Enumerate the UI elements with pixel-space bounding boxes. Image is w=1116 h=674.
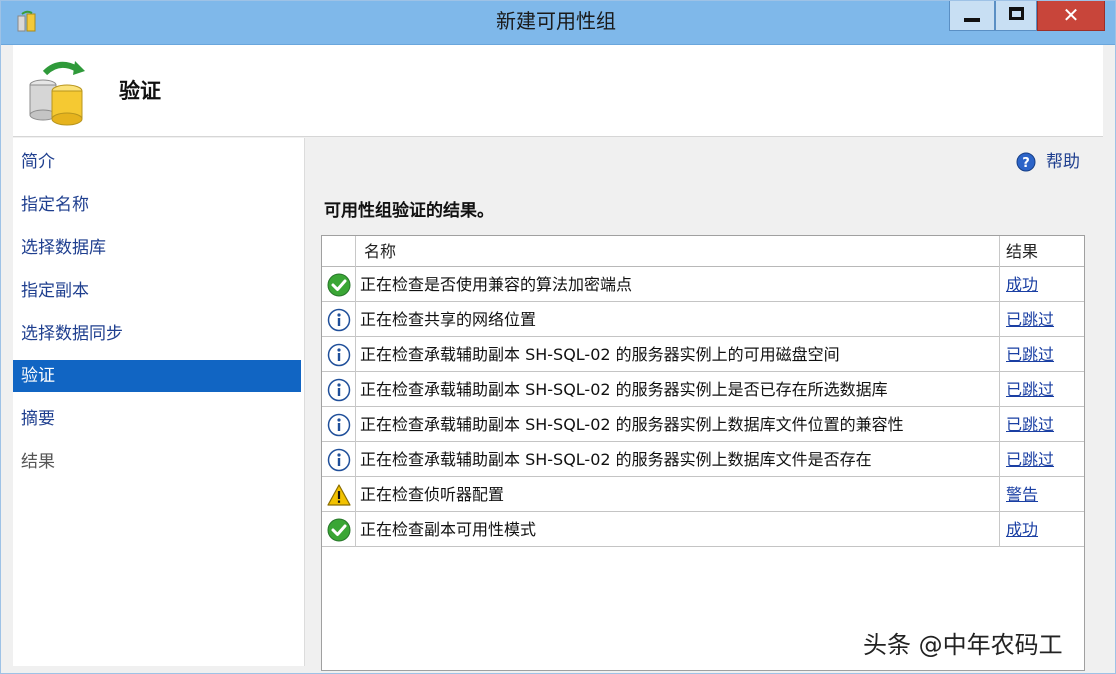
table-row[interactable]: 正在检查承载辅助副本 SH-SQL-02 的服务器实例上的可用磁盘空间 已跳过	[322, 337, 1084, 372]
row-check-name: 正在检查副本可用性模式	[360, 520, 537, 539]
sidebar-item-intro[interactable]: 简介	[13, 146, 301, 178]
info-icon	[327, 448, 351, 472]
wizard-window: 新建可用性组 ✕ 验证 简介 指定名称 选择数据库 指定副本 选择数据同步 验证…	[0, 0, 1116, 674]
cell-divider	[355, 442, 356, 477]
column-divider	[355, 236, 356, 267]
maximize-icon	[1009, 7, 1024, 20]
cell-divider	[999, 512, 1000, 547]
close-icon: ✕	[1062, 3, 1080, 27]
cell-divider	[355, 302, 356, 337]
info-icon	[327, 413, 351, 437]
row-result-link[interactable]: 警告	[1006, 477, 1038, 512]
cell-divider	[999, 442, 1000, 477]
minimize-icon	[964, 18, 980, 22]
cell-divider	[355, 512, 356, 547]
info-icon	[327, 308, 351, 332]
row-result-link[interactable]: 已跳过	[1006, 337, 1054, 372]
cell-divider	[355, 372, 356, 407]
section-title: 可用性组验证的结果。	[324, 201, 494, 221]
sidebar-item-validation[interactable]: 验证	[13, 360, 301, 392]
row-result-link[interactable]: 成功	[1006, 512, 1038, 547]
help-icon: ?	[1016, 152, 1036, 172]
info-icon	[327, 378, 351, 402]
window-title: 新建可用性组	[496, 9, 616, 33]
row-result-link[interactable]: 已跳过	[1006, 372, 1054, 407]
sidebar-item-summary[interactable]: 摘要	[13, 403, 301, 435]
title-bar[interactable]: 新建可用性组 ✕	[1, 1, 1115, 45]
table-row[interactable]: 正在检查共享的网络位置 已跳过	[322, 302, 1084, 337]
close-button[interactable]: ✕	[1037, 1, 1105, 31]
cell-divider	[999, 477, 1000, 512]
row-check-name: 正在检查共享的网络位置	[360, 310, 537, 329]
row-check-name: 正在检查侦听器配置	[360, 485, 505, 504]
row-result-link[interactable]: 成功	[1006, 267, 1038, 302]
cell-divider	[355, 407, 356, 442]
sidebar-item-select-databases[interactable]: 选择数据库	[13, 232, 301, 264]
sidebar-item-data-sync[interactable]: 选择数据同步	[13, 318, 301, 350]
info-icon	[327, 343, 351, 367]
success-check-icon	[327, 273, 351, 297]
cell-divider	[999, 302, 1000, 337]
database-icon	[29, 61, 85, 126]
row-result-link[interactable]: 已跳过	[1006, 442, 1054, 477]
table-row[interactable]: 正在检查承载辅助副本 SH-SQL-02 的服务器实例上数据库文件是否存在 已跳…	[322, 442, 1084, 477]
row-check-name: 正在检查承载辅助副本 SH-SQL-02 的服务器实例上的可用磁盘空间	[360, 345, 840, 364]
cell-divider	[999, 267, 1000, 302]
column-header-name[interactable]: 名称	[364, 236, 396, 267]
row-check-name: 正在检查承载辅助副本 SH-SQL-02 的服务器实例上是否已存在所选数据库	[360, 380, 888, 399]
table-row[interactable]: 正在检查承载辅助副本 SH-SQL-02 的服务器实例上是否已存在所选数据库 已…	[322, 372, 1084, 407]
help-label: 帮助	[1046, 152, 1080, 172]
page-title: 验证	[119, 79, 161, 103]
success-check-icon	[327, 518, 351, 542]
table-row[interactable]: 正在检查副本可用性模式 成功	[322, 512, 1084, 547]
warning-icon	[327, 484, 351, 506]
column-header-result[interactable]: 结果	[1006, 236, 1038, 267]
table-row[interactable]: 正在检查侦听器配置 警告	[322, 477, 1084, 512]
sidebar-item-results: 结果	[21, 452, 55, 472]
grid-header: 名称 结果	[322, 236, 1084, 267]
table-row[interactable]: 正在检查是否使用兼容的算法加密端点 成功	[322, 267, 1084, 302]
sidebar-item-specify-name[interactable]: 指定名称	[13, 189, 301, 221]
row-check-name: 正在检查承载辅助副本 SH-SQL-02 的服务器实例上数据库文件位置的兼容性	[360, 415, 904, 434]
validation-results-grid[interactable]: 名称 结果 正在检查是否使用兼容的算法加密端点 成功 正在检查共享的网络位置 已…	[321, 235, 1085, 671]
sidebar-item-specify-replicas[interactable]: 指定副本	[13, 275, 301, 307]
cell-divider	[355, 267, 356, 302]
cell-divider	[999, 372, 1000, 407]
table-row[interactable]: 正在检查承载辅助副本 SH-SQL-02 的服务器实例上数据库文件位置的兼容性 …	[322, 407, 1084, 442]
minimize-button[interactable]	[949, 1, 995, 31]
row-check-name: 正在检查是否使用兼容的算法加密端点	[360, 275, 633, 294]
row-result-link[interactable]: 已跳过	[1006, 302, 1054, 337]
row-result-link[interactable]: 已跳过	[1006, 407, 1054, 442]
maximize-button[interactable]	[995, 1, 1037, 31]
watermark-text: 头条 @中年农码工	[863, 631, 1063, 659]
cell-divider	[355, 337, 356, 372]
cell-divider	[999, 407, 1000, 442]
main-panel: ? 帮助 可用性组验证的结果。 名称 结果 正在检查是否使用兼容的算法加密端点	[306, 138, 1103, 671]
cell-divider	[999, 337, 1000, 372]
row-check-name: 正在检查承载辅助副本 SH-SQL-02 的服务器实例上数据库文件是否存在	[360, 450, 872, 469]
svg-text:?: ?	[1022, 156, 1030, 171]
cell-divider	[355, 477, 356, 512]
wizard-steps-sidebar: 简介 指定名称 选择数据库 指定副本 选择数据同步 验证 摘要 结果	[13, 138, 305, 666]
page-header: 验证	[13, 45, 1103, 137]
column-divider	[999, 236, 1000, 267]
